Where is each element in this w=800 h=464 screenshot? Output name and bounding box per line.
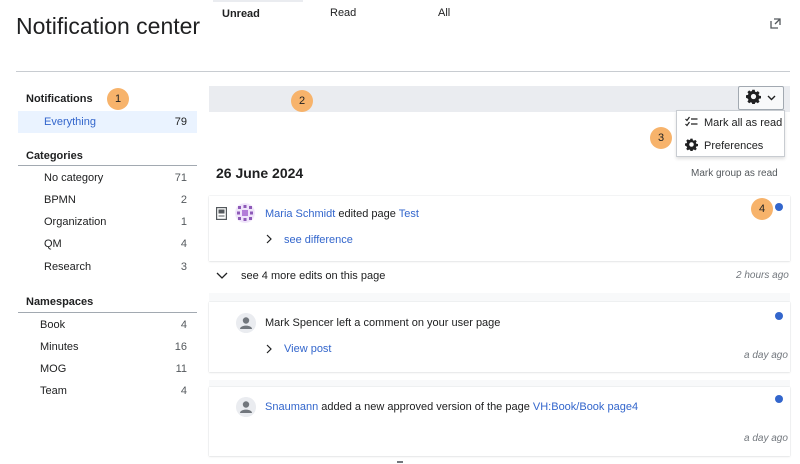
sidebar-item-count: 71	[174, 172, 187, 184]
sidebar-item-book[interactable]: Book 4	[18, 314, 197, 336]
sidebar-item-label: Book	[40, 319, 66, 331]
chevron-down-icon[interactable]	[216, 271, 228, 283]
page-link[interactable]: Test	[399, 208, 419, 220]
scroll-indicator	[397, 461, 403, 463]
title-divider	[16, 71, 790, 72]
notification-text: Snaumann added a new approved version of…	[265, 401, 638, 413]
sidebar-item-label: Minutes	[40, 341, 79, 353]
notifications-heading: Notifications	[26, 93, 93, 105]
sidebar-item-minutes[interactable]: Minutes 16	[18, 336, 197, 358]
preferences-item[interactable]: Preferences	[677, 135, 784, 157]
checklist-icon	[685, 116, 698, 130]
sidebar-item-team[interactable]: Team 4	[18, 380, 197, 402]
chevron-down-icon	[767, 92, 776, 104]
user-icon	[236, 397, 256, 417]
notification-card[interactable]	[209, 302, 790, 372]
see-more-edits-link[interactable]: see 4 more edits on this page	[241, 270, 385, 282]
expand-icon[interactable]	[770, 18, 781, 29]
sidebar-item-label: Organization	[44, 216, 107, 228]
notification-card[interactable]	[209, 196, 790, 261]
namespaces-heading: Namespaces	[26, 296, 94, 308]
sidebar-item-count: 4	[180, 238, 187, 250]
unread-dot[interactable]	[775, 395, 783, 403]
callout-badge-4: 4	[751, 198, 773, 220]
preferences-label: Preferences	[704, 140, 764, 152]
sidebar-item-label: No category	[44, 172, 104, 184]
timestamp: a day ago	[744, 350, 788, 361]
mark-all-read-item[interactable]: Mark all as read	[677, 112, 784, 134]
sidebar-item-everything[interactable]: Everything 79	[18, 111, 197, 133]
sidebar-item-label: Team	[40, 385, 67, 397]
mark-all-read-label: Mark all as read	[704, 117, 783, 129]
timestamp: a day ago	[744, 433, 788, 444]
notification-text: Mark Spencer left a comment on your user…	[265, 317, 500, 329]
gear-icon	[685, 138, 698, 154]
avatar	[235, 203, 255, 223]
settings-dropdown: Mark all as read Preferences	[676, 110, 785, 157]
tab-unread[interactable]: Unread	[213, 0, 303, 26]
sidebar-item-count: 16	[174, 341, 187, 353]
unread-dot[interactable]	[775, 203, 783, 211]
tab-all[interactable]: All	[438, 0, 478, 26]
user-icon	[236, 313, 256, 333]
sidebar-item-count: 4	[180, 385, 187, 397]
categories-heading: Categories	[26, 150, 83, 162]
sidebar-item-no-category[interactable]: No category 71	[18, 167, 197, 189]
sidebar-item-research[interactable]: Research 3	[18, 256, 197, 278]
tab-read-label: Read	[330, 7, 357, 19]
notification-action: edited page	[338, 208, 396, 220]
notification-action: left a comment on your user page	[336, 317, 501, 329]
sidebar-item-label: QM	[44, 238, 62, 250]
sidebar-item-count: 1	[180, 216, 187, 228]
book-icon	[216, 207, 228, 223]
sidebar-item-label: MOG	[40, 363, 67, 375]
user-link[interactable]: Maria Schmidt	[265, 208, 335, 220]
page-link[interactable]: VH:Book/Book page4	[533, 401, 638, 413]
categories-divider	[18, 165, 197, 166]
sidebar-item-count: 2	[180, 194, 187, 206]
unread-dot[interactable]	[775, 312, 783, 320]
tab-unread-label: Unread	[222, 8, 260, 20]
notification-card[interactable]	[209, 387, 790, 456]
sidebar-item-label: Research	[44, 261, 92, 273]
sidebar-item-count: 4	[180, 319, 187, 331]
user-link[interactable]: Snaumann	[265, 401, 318, 413]
callout-badge-2: 2	[291, 90, 313, 112]
namespaces-divider	[18, 312, 197, 313]
user-name[interactable]: Mark Spencer	[265, 317, 333, 329]
sidebar-item-label: Everything	[44, 116, 96, 128]
callout-badge-1: 1	[107, 88, 129, 110]
page-title: Notification center	[16, 13, 201, 39]
chevron-right-icon	[266, 344, 272, 357]
tab-all-label: All	[438, 7, 451, 19]
timestamp: 2 hours ago	[736, 270, 789, 281]
view-post-link[interactable]: View post	[284, 343, 332, 355]
sidebar-item-qm[interactable]: QM 4	[18, 233, 197, 255]
tab-read[interactable]: Read	[330, 0, 390, 26]
notification-text: Maria Schmidt edited page Test	[265, 208, 419, 220]
gear-icon	[746, 89, 761, 107]
notification-action: added a new approved version of the page	[321, 401, 530, 413]
sidebar-item-organization[interactable]: Organization 1	[18, 211, 197, 233]
settings-menu-button[interactable]	[738, 86, 784, 110]
callout-badge-3: 3	[650, 127, 672, 149]
sidebar-item-count: 11	[175, 363, 187, 375]
sidebar-item-mog[interactable]: MOG 11	[18, 358, 197, 380]
sidebar-item-bpmn[interactable]: BPMN 2	[18, 189, 197, 211]
date-group-heading: 26 June 2024	[216, 165, 304, 181]
sidebar-item-count: 3	[180, 261, 187, 273]
mark-group-read-button[interactable]: Mark group as read	[691, 168, 778, 179]
chevron-right-icon	[266, 234, 272, 247]
see-difference-link[interactable]: see difference	[284, 234, 353, 246]
sidebar-item-label: BPMN	[44, 194, 76, 206]
sidebar-item-count: 79	[174, 116, 187, 128]
